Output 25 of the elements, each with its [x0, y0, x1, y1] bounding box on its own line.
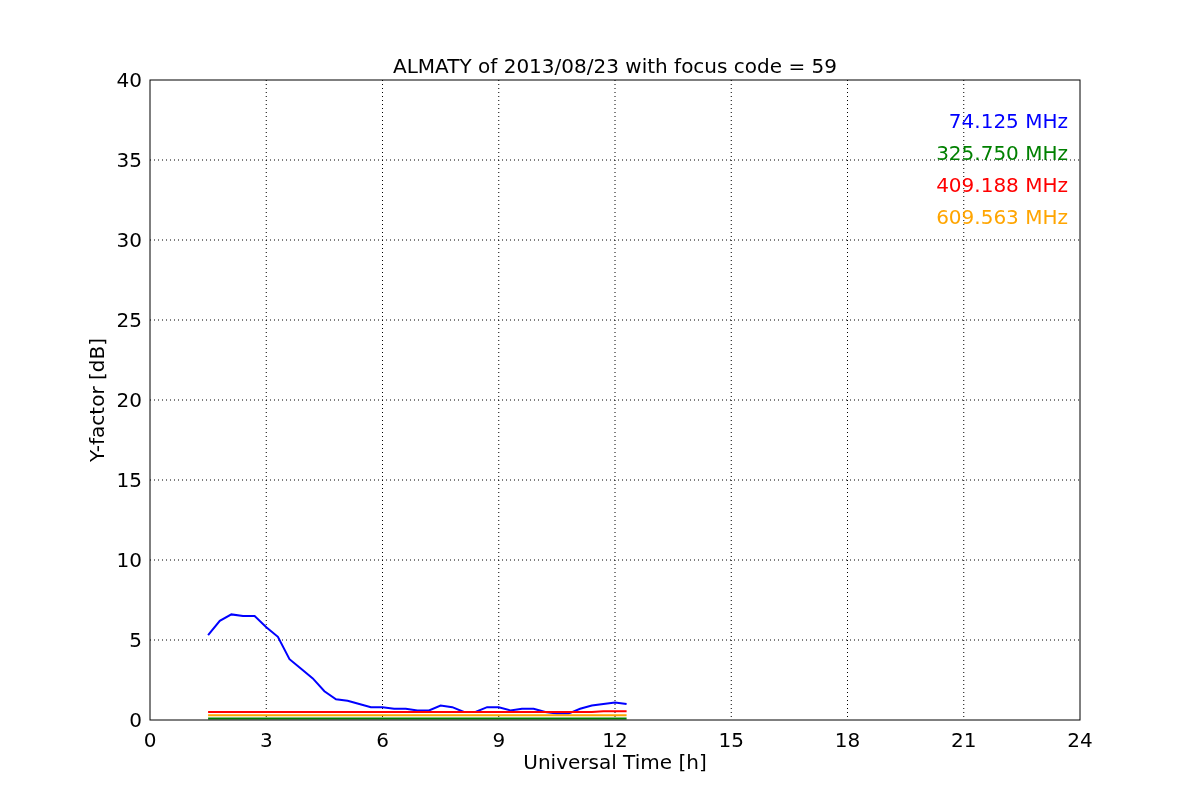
y-tick-label: 35 [116, 148, 142, 172]
y-axis-label: Y-factor [dB] [85, 338, 109, 462]
x-tick-label: 21 [951, 728, 977, 752]
y-tick-label: 20 [116, 388, 142, 412]
x-tick-label: 6 [376, 728, 389, 752]
x-tick-label: 15 [718, 728, 744, 752]
x-tick-label: 18 [834, 728, 861, 752]
x-tick-label: 24 [1067, 728, 1093, 752]
x-tick-label: 0 [143, 728, 157, 752]
y-tick-label: 25 [116, 308, 142, 332]
y-tick-label: 30 [116, 228, 142, 252]
legend-label: 409.188 MHz [936, 173, 1068, 197]
y-tick-label: 0 [129, 708, 142, 732]
legend-label: 325.750 MHz [936, 141, 1068, 165]
chart-title: ALMATY of 2013/08/23 with focus code = 59 [393, 54, 837, 78]
y-tick-label: 5 [129, 628, 142, 652]
x-axis-label: Universal Time [h] [523, 750, 707, 774]
x-tick-label: 12 [602, 728, 628, 752]
legend-label: 609.563 MHz [936, 205, 1068, 229]
y-tick-label: 40 [116, 68, 142, 92]
legend-label: 74.125 MHz [948, 109, 1068, 133]
x-tick-label: 3 [259, 728, 273, 752]
x-tick-label: 9 [492, 728, 506, 752]
y-tick-label: 10 [116, 548, 142, 572]
y-tick-label: 15 [116, 468, 142, 492]
